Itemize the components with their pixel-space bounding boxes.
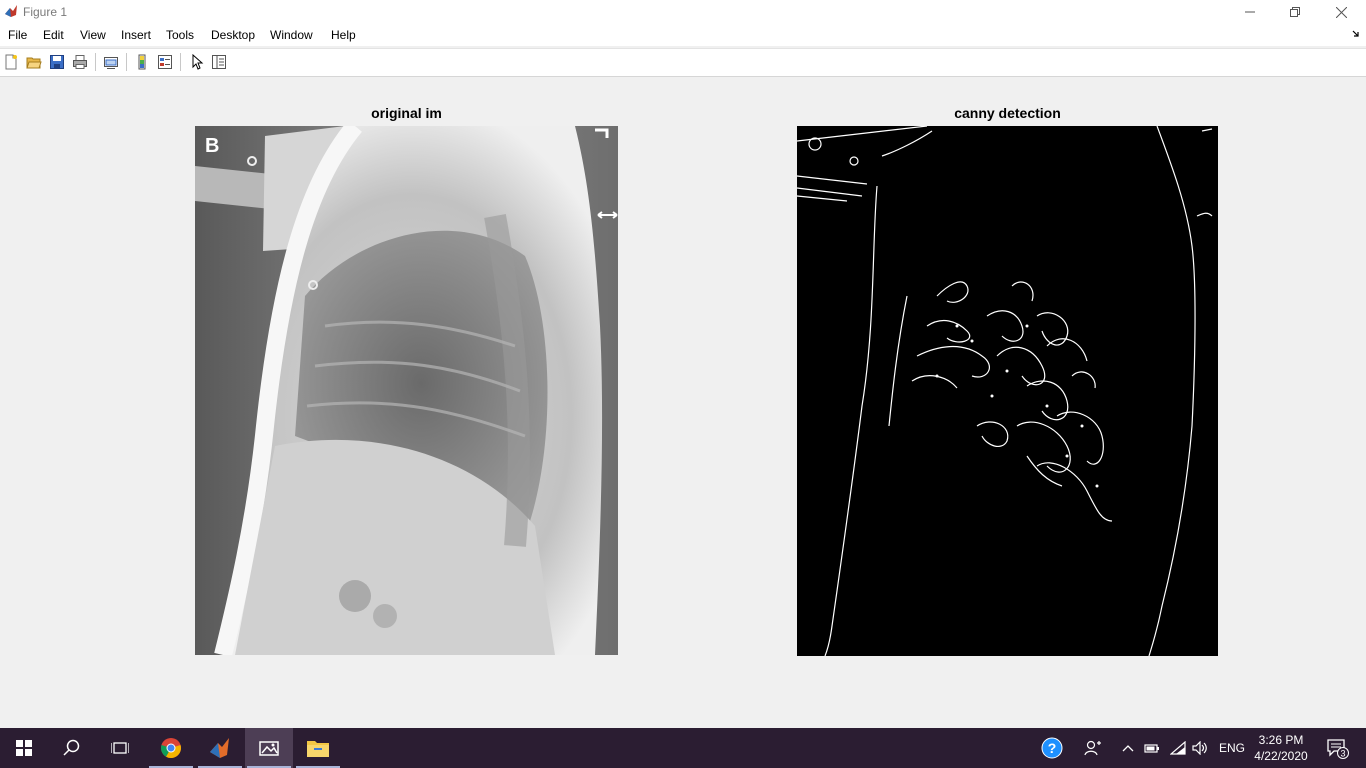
photos-icon	[259, 741, 279, 756]
wifi-icon	[1170, 741, 1186, 755]
chrome-icon	[161, 738, 181, 759]
toolbar-separator	[126, 53, 127, 71]
restore-button[interactable]	[1272, 0, 1318, 24]
people-tray-button[interactable]	[1082, 728, 1104, 768]
menu-file[interactable]: File	[8, 28, 27, 42]
help-tray-button[interactable]: ?	[1038, 728, 1066, 768]
axes-title-canny: canny detection	[954, 105, 1061, 121]
task-view-button[interactable]	[96, 728, 144, 768]
edit-plot-pointer-icon[interactable]	[189, 54, 205, 70]
chevron-up-icon	[1122, 745, 1134, 752]
minimize-icon	[1245, 11, 1255, 13]
clock-date: 4/22/2020	[1254, 749, 1308, 763]
open-file-icon[interactable]	[26, 54, 42, 70]
property-inspector-icon[interactable]	[211, 54, 227, 70]
volume-icon	[1192, 741, 1207, 755]
search-button[interactable]	[48, 728, 96, 768]
people-icon	[1084, 740, 1101, 756]
window-title: Figure 1	[23, 5, 68, 19]
axes-title-original: original im	[371, 105, 442, 121]
xray-overlay-letter: B	[205, 135, 219, 157]
windows-taskbar: ? ENG 3:26 PM 4/22/2020 3	[0, 728, 1366, 768]
xray-rendering: B	[195, 126, 618, 655]
toolbar-separator	[180, 53, 181, 71]
show-hidden-icons-button[interactable]	[1120, 728, 1136, 768]
menu-insert[interactable]: Insert	[121, 28, 151, 42]
clock-time: 3:26 PM	[1258, 733, 1304, 747]
new-figure-icon[interactable]	[3, 54, 19, 70]
file-explorer-icon	[307, 741, 329, 757]
minimize-button[interactable]	[1227, 0, 1273, 24]
figure-toolbar	[0, 48, 1366, 77]
matlab-icon	[210, 738, 229, 758]
wifi-tray-button[interactable]	[1168, 728, 1188, 768]
start-icon	[16, 740, 32, 756]
battery-tray-button[interactable]	[1143, 728, 1161, 768]
insert-colorbar-icon[interactable]	[134, 54, 150, 70]
system-clock[interactable]: 3:26 PM 4/22/2020	[1248, 732, 1314, 764]
link-plot-icon[interactable]	[103, 54, 119, 70]
restore-icon	[1290, 7, 1300, 17]
volume-tray-button[interactable]	[1191, 728, 1209, 768]
canny-edge-rendering	[797, 126, 1213, 656]
print-icon[interactable]	[72, 54, 88, 70]
notification-count: 3	[1340, 749, 1345, 759]
help-icon: ?	[1041, 737, 1063, 759]
menu-help[interactable]: Help	[331, 28, 356, 42]
menu-desktop[interactable]: Desktop	[211, 28, 255, 42]
save-icon[interactable]	[49, 54, 65, 70]
start-button[interactable]	[0, 728, 48, 768]
matlab-figure-icon	[5, 5, 17, 17]
action-center-button[interactable]: 3	[1320, 728, 1354, 768]
svg-text:?: ?	[1048, 740, 1057, 756]
file-explorer-taskbar-button[interactable]	[294, 728, 342, 768]
close-button[interactable]	[1318, 0, 1364, 24]
menu-tools[interactable]: Tools	[166, 28, 194, 42]
task-view-icon	[111, 742, 129, 754]
menu-view[interactable]: View	[80, 28, 106, 42]
menu-bar: File Edit View Insert Tools Desktop Wind…	[0, 24, 1366, 46]
chrome-taskbar-button[interactable]	[147, 728, 195, 768]
menu-edit[interactable]: Edit	[43, 28, 64, 42]
battery-icon	[1144, 744, 1159, 753]
photos-taskbar-button[interactable]	[245, 728, 293, 768]
matlab-taskbar-button[interactable]	[196, 728, 244, 768]
dock-arrow-icon[interactable]	[1352, 30, 1360, 38]
notifications-icon: 3	[1327, 739, 1349, 759]
close-icon	[1335, 6, 1347, 18]
insert-legend-icon[interactable]	[157, 54, 173, 70]
original-xray-image[interactable]: B	[195, 126, 618, 655]
input-language[interactable]: ENG	[1219, 741, 1245, 755]
menu-window[interactable]: Window	[270, 28, 313, 42]
toolbar-separator	[95, 53, 96, 71]
search-icon	[63, 739, 80, 756]
window-title-bar: Figure 1	[0, 0, 1366, 24]
canny-edge-image[interactable]	[797, 126, 1218, 656]
